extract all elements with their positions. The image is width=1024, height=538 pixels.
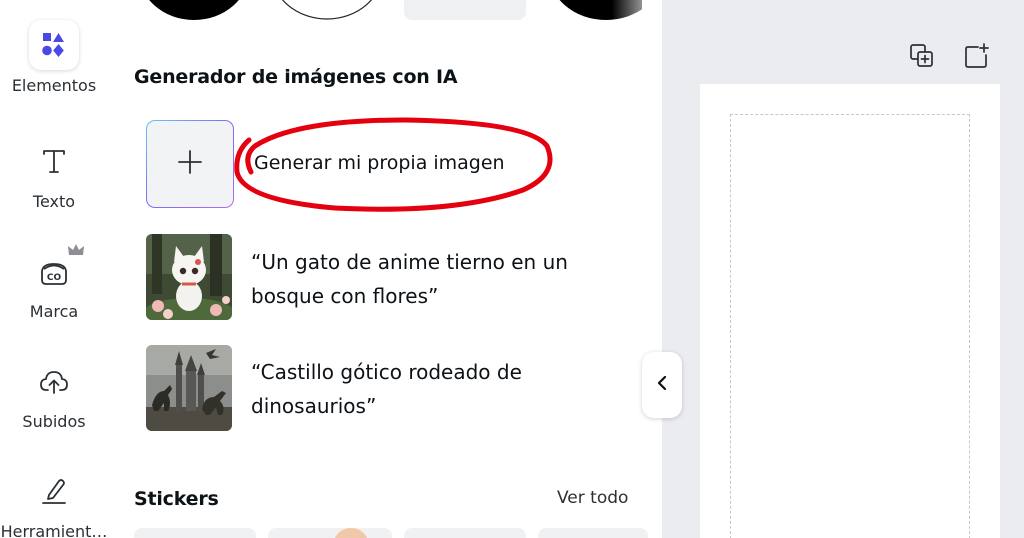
suggestion-line: bosque con flores” [251,284,439,308]
collapse-panel-button[interactable] [642,352,682,418]
sticker-thumbnail[interactable] [268,528,392,538]
sticker-shape [334,528,368,538]
sidebar-item-label: Elementos [11,76,97,95]
sidebar-item-herramientas[interactable]: Herramient… [0,466,108,538]
brand-co-icon: CO [29,244,84,296]
anime-cat-forest-image[interactable] [146,234,232,320]
add-page-icon[interactable] [963,42,991,70]
stickers-title: Stickers [134,488,219,510]
sidebar-item-marca[interactable]: CO Marca [0,244,108,321]
suggestion-line: dinosaurios” [251,394,377,418]
sidebar-item-elementos[interactable]: Elementos [0,20,108,95]
duplicate-page-icon[interactable] [908,42,936,70]
outline-circle-thumbnail[interactable] [270,0,384,20]
black-circle-thumbnail[interactable] [138,0,250,20]
sidebar-item-label: Texto [32,192,76,211]
elements-panel: Generador de imágenes con IA Generar mi … [108,0,660,538]
sidebar-item-texto[interactable]: Texto [0,136,108,211]
sidebar-item-label: Subidos [22,412,86,431]
suggestion-cat-text[interactable]: “Un gato de anime tierno en un bosque co… [251,245,611,313]
generate-image-button[interactable] [146,120,234,208]
sticker-thumbnail[interactable] [404,528,526,538]
sticker-thumbnail[interactable] [538,528,648,538]
elements-shapes-icon [29,20,79,70]
cloud-upload-icon [29,356,79,406]
sidebar-item-label: Marca [29,302,79,321]
design-page[interactable] [700,84,1000,538]
gothic-castle-dinosaurs-image[interactable] [146,345,232,431]
suggestion-line: “Castillo gótico rodeado de [251,360,522,384]
plus-icon [177,149,203,179]
crown-icon [67,242,85,261]
sidebar-item-subidos[interactable]: Subidos [0,356,108,431]
red-annotation-ellipse [234,117,553,212]
sticker-thumbnail[interactable] [134,528,256,538]
left-sidebar: Elementos Texto CO Marca Subidos Herrami… [0,0,108,538]
shapes-thumbnail-row [108,0,660,20]
ai-generator-title: Generador de imágenes con IA [134,66,458,88]
draw-pen-icon [29,466,79,516]
see-all-stickers-link[interactable]: Ver todo [557,488,628,508]
gradient-circle-thumbnail[interactable] [546,0,642,20]
page-margin-guide [730,114,970,538]
text-t-icon [29,136,79,186]
svg-text:CO: CO [47,273,62,283]
design-canvas-area [662,0,1024,538]
sidebar-item-label: Herramient… [0,522,108,538]
grey-square-thumbnail[interactable] [404,0,526,20]
suggestion-castle-text[interactable]: “Castillo gótico rodeado de dinosaurios” [251,355,611,423]
chevron-left-icon [656,375,668,395]
suggestion-line: “Un gato de anime tierno en un [251,250,568,274]
